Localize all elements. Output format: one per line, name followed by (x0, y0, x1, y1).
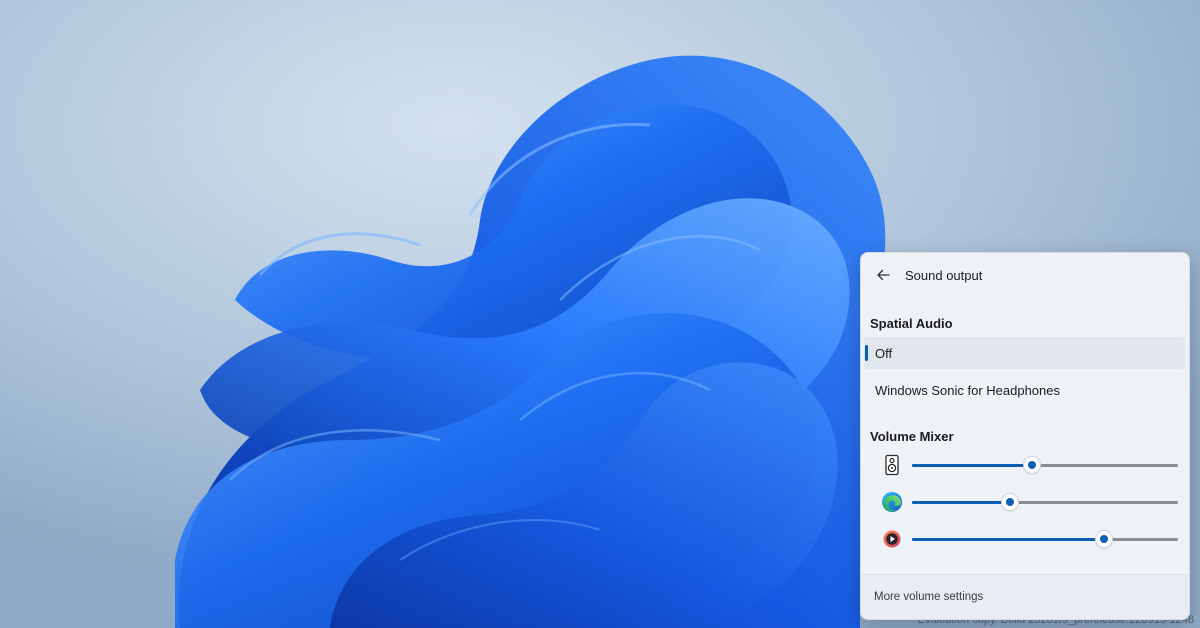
volume-mixer-heading: Volume Mixer (870, 429, 954, 444)
slider-thumb[interactable] (1095, 531, 1112, 547)
mixer-row-edge (861, 488, 1189, 516)
selected-indicator (865, 345, 868, 361)
spatial-audio-option-windows-sonic[interactable]: Windows Sonic for Headphones (864, 374, 1185, 406)
slider-fill (912, 538, 1104, 541)
spatial-audio-option-off[interactable]: Off (864, 337, 1185, 369)
mixer-row-media-player (861, 525, 1189, 553)
media-player-icon (883, 530, 901, 548)
slider-fill (912, 501, 1011, 504)
mixer-row-system-sounds (861, 451, 1189, 479)
flyout-title: Sound output (905, 267, 983, 283)
sound-output-flyout: Sound output Spatial Audio Off Windows S… (860, 252, 1190, 620)
option-label: Windows Sonic for Headphones (875, 382, 1060, 398)
volume-slider-system[interactable] (912, 457, 1178, 473)
option-label: Off (875, 345, 893, 361)
spatial-audio-heading: Spatial Audio (870, 316, 953, 331)
back-button[interactable] (869, 261, 897, 289)
flyout-header: Sound output (861, 253, 1189, 297)
slider-thumb[interactable] (1002, 494, 1019, 510)
slider-fill (912, 464, 1032, 467)
edge-browser-icon (882, 492, 902, 512)
volume-slider-edge[interactable] (912, 494, 1178, 510)
back-arrow-icon (877, 269, 890, 281)
more-volume-settings-link[interactable]: More volume settings (874, 591, 983, 603)
speaker-icon (885, 454, 899, 476)
slider-thumb[interactable] (1023, 457, 1040, 473)
volume-slider-media-player[interactable] (912, 531, 1178, 547)
flyout-footer: More volume settings (861, 574, 1189, 619)
